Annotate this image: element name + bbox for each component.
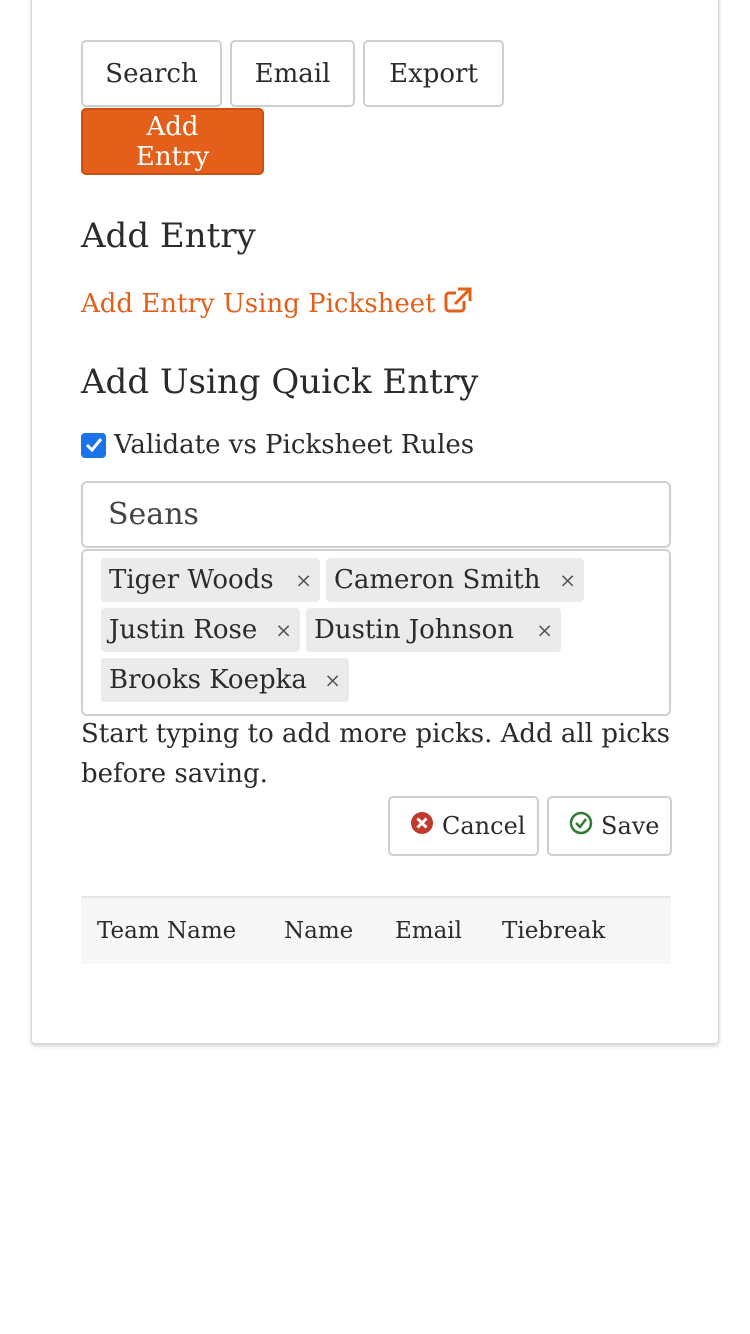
pick-tag-label: Tiger Woods <box>109 565 274 595</box>
pick-tag-label: Dustin Johnson <box>314 615 515 645</box>
column-name[interactable]: Name <box>284 918 353 944</box>
team-name-input[interactable]: Seans <box>81 481 671 548</box>
remove-pick-icon[interactable]: × <box>295 568 312 592</box>
picks-help-text: Start typing to add more picks. Add all … <box>81 719 670 789</box>
save-button[interactable]: Save <box>547 796 672 856</box>
remove-pick-icon[interactable]: × <box>275 618 292 642</box>
remove-pick-icon[interactable]: × <box>324 668 341 692</box>
entries-table-header: Team Name Name Email Tiebreak <box>81 896 671 964</box>
validate-label: Validate vs Picksheet Rules <box>114 430 475 460</box>
cancel-icon <box>410 811 434 841</box>
pick-tag: Tiger Woods × <box>101 558 320 602</box>
remove-pick-icon[interactable]: × <box>559 568 576 592</box>
entries-card: Search Email Export Add Entry Add Entry … <box>31 0 719 1044</box>
pick-tag-label: Cameron Smith <box>334 565 541 595</box>
pick-tag: Cameron Smith × <box>326 558 584 602</box>
column-team-name[interactable]: Team Name <box>97 918 236 944</box>
search-button[interactable]: Search <box>81 40 222 107</box>
pick-tag-label: Brooks Koepka <box>109 665 307 695</box>
add-entry-heading: Add Entry <box>81 216 256 256</box>
toolbar: Search Email Export <box>81 40 504 107</box>
pick-tag-label: Justin Rose <box>109 615 258 645</box>
export-button[interactable]: Export <box>363 40 504 107</box>
pick-tag: Brooks Koepka × <box>101 658 349 702</box>
picksheet-link-label: Add Entry Using Picksheet <box>81 288 436 319</box>
pick-tag: Justin Rose × <box>101 608 300 652</box>
remove-pick-icon[interactable]: × <box>536 618 553 642</box>
checkmark-icon <box>85 438 102 453</box>
validate-option: Validate vs Picksheet Rules <box>81 430 474 460</box>
column-tiebreak[interactable]: Tiebreak <box>502 918 605 944</box>
save-label: Save <box>601 812 660 840</box>
external-link-icon <box>444 287 472 320</box>
pick-tag: Dustin Johnson × <box>306 608 561 652</box>
add-entry-button[interactable]: Add Entry <box>81 108 264 175</box>
add-entry-picksheet-link[interactable]: Add Entry Using Picksheet <box>81 287 472 320</box>
column-email[interactable]: Email <box>395 918 462 944</box>
save-icon <box>569 811 593 841</box>
form-actions: Cancel Save <box>388 796 672 856</box>
email-button[interactable]: Email <box>230 40 355 107</box>
quick-entry-heading: Add Using Quick Entry <box>81 362 479 402</box>
cancel-label: Cancel <box>442 812 526 840</box>
cancel-button[interactable]: Cancel <box>388 796 539 856</box>
picks-input[interactable]: Tiger Woods × Cameron Smith × Justin Ros… <box>81 549 671 716</box>
validate-checkbox[interactable] <box>81 432 106 458</box>
